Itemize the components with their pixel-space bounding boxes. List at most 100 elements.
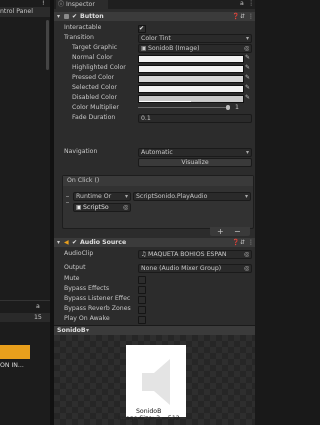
speaker-icon: ◀ [64,239,69,246]
audioclip-field[interactable]: ♫ MAQUETA BOHIOS ESPAÑ ◎ [138,250,252,259]
normal-color-label: Normal Color [72,54,113,61]
play-on-awake-checkbox[interactable] [138,316,146,324]
preset-icon[interactable]: ⇵ [240,12,245,21]
bypass-listener-effects-label: Bypass Listener Effec [64,295,131,302]
inspector-menu-icon[interactable]: ⋮ [248,0,254,8]
preview-sprite-name: SonidoB [136,408,162,415]
control-panel-label[interactable]: ntrol Panel [0,8,40,16]
button-enabled-check[interactable]: ✔ [72,12,77,21]
inspector-tab[interactable]: ⓘ Inspector [56,0,108,9]
preview-menu-arrow-icon[interactable]: ▾ [86,326,89,335]
disabled-alpha-bar [139,101,191,102]
audio-source-header[interactable]: ▾ ◀ ✔ Audio Source ❓ ⇵ ⋮ [54,238,255,247]
onclick-add-remove: + − [210,227,250,236]
preset-icon[interactable]: ⇵ [240,238,245,247]
left-panel-marker: ! [42,0,45,7]
interactable-checkbox[interactable]: ✔ [138,25,146,33]
eyedropper-icon[interactable]: ✎ [245,85,250,91]
bypass-listener-effects-checkbox[interactable] [138,296,146,304]
mute-label: Mute [64,275,80,282]
preview-title: SonidoB [57,327,86,334]
bypass-reverb-zones-checkbox[interactable] [138,306,146,314]
bypass-reverb-zones-label: Bypass Reverb Zones [64,305,131,312]
pressed-color-label: Pressed Color [72,74,115,81]
drag-handle-icon[interactable] [66,196,69,203]
button-component-icon [64,14,69,19]
interactable-label: Interactable [64,24,102,31]
eyedropper-icon[interactable]: ✎ [245,95,250,101]
object-picker-icon[interactable]: ◎ [244,45,249,52]
visualize-button[interactable]: Visualize [138,158,252,167]
bypass-effects-checkbox[interactable] [138,286,146,294]
fade-duration-label: Fade Duration [72,114,116,121]
transition-dropdown[interactable]: Color Tint [138,34,252,43]
disabled-color-swatch[interactable] [138,95,244,103]
highlighted-color-swatch[interactable] [138,65,244,73]
fade-duration-field[interactable]: 0.1 [138,114,252,123]
audioclip-value: MAQUETA BOHIOS ESPAÑ [148,251,227,258]
add-event-button[interactable]: + [217,227,224,236]
selected-color-label: Selected Color [72,84,117,91]
target-graphic-field[interactable]: ▣ SonidoB (Image) ◎ [138,44,252,53]
object-picker-icon[interactable]: ◎ [244,251,249,258]
component-menu-icon[interactable]: ⋮ [248,238,254,247]
disabled-color-label: Disabled Color [72,94,118,101]
foldout-arrow-icon: ▾ [57,13,61,20]
inspector-tab-label: Inspector [66,1,95,8]
audio-enabled-check[interactable]: ✔ [72,238,77,247]
remove-event-button[interactable]: − [234,227,241,236]
info-icon: ⓘ [58,1,65,8]
audio-source-title: Audio Source [80,239,127,246]
object-picker-icon[interactable]: ◎ [244,265,249,272]
help-icon[interactable]: ❓ [232,12,239,21]
fade-duration-value: 0.1 [141,115,151,122]
left-divider [0,300,50,301]
color-multiplier-slider-track[interactable] [138,107,230,108]
mute-checkbox[interactable] [138,276,146,284]
object-picker-icon[interactable]: ◎ [123,204,128,211]
color-multiplier-label: Color Multiplier [72,104,119,111]
foldout-arrow-icon: ▾ [57,239,61,246]
button-component-title: Button [80,13,104,20]
runtime-dropdown[interactable]: Runtime Or [73,192,131,201]
left-lock-icon[interactable]: a [36,303,40,310]
output-label: Output [64,264,86,271]
play-on-awake-label: Play On Awake [64,315,110,322]
eyedropper-icon[interactable]: ✎ [245,55,250,61]
preview-image-size: Image Size: 3... 512 [118,415,180,422]
preview-header[interactable]: SonidoB ▾ [54,325,255,335]
navigation-dropdown[interactable]: Automatic [138,148,252,157]
object-value: ScriptSo [83,204,109,211]
button-component-header[interactable]: ▾ ✔ Button ❓ ⇵ ⋮ [54,12,255,21]
visualize-label: Visualize [181,159,209,166]
component-menu-icon[interactable]: ⋮ [248,12,254,21]
inspector-lock-icon[interactable]: a [240,0,244,8]
eyedropper-icon[interactable]: ✎ [245,75,250,81]
onclick-label: On Click () [67,177,100,184]
left-panel: ntrol Panel ! a 15 ON IN... [0,0,50,425]
object-field[interactable]: ▣ ScriptSo ◎ [73,203,131,212]
left-scrollbar[interactable] [46,20,49,70]
audio-file-icon: ♫ [141,251,146,258]
checkmark-icon: ✔ [139,25,145,32]
transition-value: Color Tint [141,35,171,42]
pressed-color-swatch[interactable] [138,75,244,83]
output-field[interactable]: None (Audio Mixer Group) ◎ [138,264,252,273]
transition-label: Transition [64,34,94,41]
color-multiplier-slider-handle[interactable] [226,105,230,110]
image-icon: ▣ [141,45,146,52]
function-dropdown[interactable]: ScriptSonido.PlayAudio [133,192,251,201]
audio-waveform [0,345,30,359]
highlighted-color-label: Highlighted Color [72,64,126,71]
target-graphic-value: SonidoB (Image) [148,45,200,52]
color-multiplier-value[interactable]: 1 [235,104,239,112]
help-icon[interactable]: ❓ [232,238,239,247]
selected-color-swatch[interactable] [138,85,244,93]
target-graphic-label: Target Graphic [72,44,118,51]
script-icon: ▣ [76,204,81,211]
left-count: 15 [34,314,42,321]
eyedropper-icon[interactable]: ✎ [245,65,250,71]
onclick-panel: On Click () Runtime Or ScriptSonido.Play… [62,175,254,229]
output-value: None (Audio Mixer Group) [141,265,222,272]
normal-color-swatch[interactable] [138,55,244,63]
